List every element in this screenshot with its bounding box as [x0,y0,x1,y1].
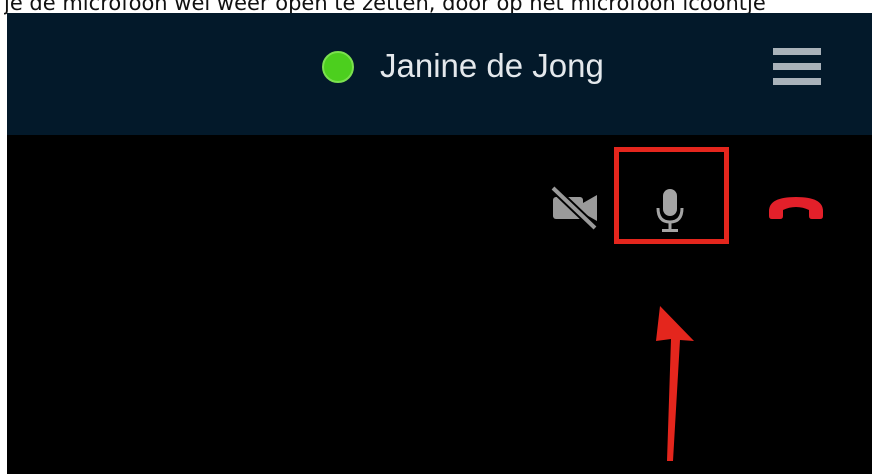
menu-button[interactable] [769,43,825,93]
video-call-app: Janine de Jong [7,13,872,474]
screenshot-page: je de microfoon wel weer open te zetten,… [0,0,872,474]
phone-hangup-icon [769,197,823,219]
camera-toggle-button[interactable] [547,183,603,233]
microphone-icon [656,189,684,232]
microphone-toggle-button[interactable] [640,178,700,240]
call-header: Janine de Jong [7,13,872,135]
online-status-indicator [322,51,354,83]
contact-name: Janine de Jong [380,47,604,84]
camera-off-icon [550,185,598,231]
hang-up-button[interactable] [763,189,829,223]
